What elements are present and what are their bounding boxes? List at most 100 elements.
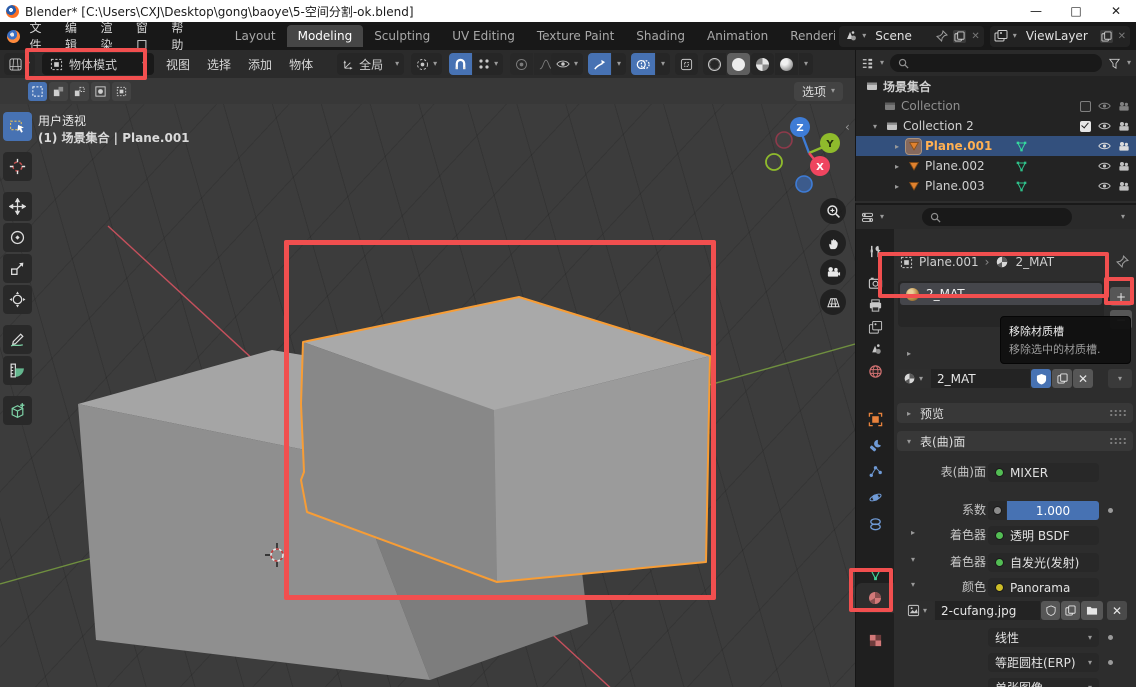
eye-icon[interactable] <box>1098 141 1111 151</box>
menu-add[interactable]: 添加 <box>243 56 277 73</box>
overlays-toggle[interactable] <box>631 53 655 75</box>
browse-material-button[interactable]: ▾ <box>896 369 930 388</box>
tab-animation[interactable]: Animation <box>696 25 779 47</box>
select-box-tool[interactable] <box>3 112 32 141</box>
properties-search[interactable] <box>922 208 1072 226</box>
tool-options-dropdown[interactable]: 选项 ▾ <box>794 82 843 101</box>
transform-orientation-dropdown[interactable]: 全局 ▾ <box>337 53 404 75</box>
material-specials-dropdown[interactable]: ▾ <box>1108 369 1132 388</box>
tab-layout[interactable]: Layout <box>224 25 287 47</box>
maximize-button[interactable]: □ <box>1056 0 1096 22</box>
panel-drag-grip[interactable] <box>1109 437 1126 445</box>
factor-socket-button[interactable] <box>988 501 1006 520</box>
unlink-scene-icon[interactable]: ✕ <box>971 31 979 42</box>
outliner-row-scene-collection[interactable]: 场景集合 <box>856 76 1136 96</box>
outliner-editor-icon[interactable] <box>861 57 874 70</box>
outliner-search-input[interactable] <box>914 56 1094 70</box>
collapse-sidebar-icon[interactable]: ‹ <box>845 120 850 134</box>
animate-dot-icon[interactable] <box>1108 508 1113 513</box>
orthographic-grid-button[interactable] <box>820 289 846 315</box>
menu-window[interactable]: 窗口 <box>127 19 162 53</box>
exclude-checkbox[interactable] <box>1080 101 1091 112</box>
tab-texture-icon[interactable] <box>856 627 894 653</box>
scene-selector[interactable]: ▾ Scene ✕ <box>839 26 984 47</box>
preview-panel-header[interactable]: ▸ 预览 <box>897 403 1133 423</box>
menu-render[interactable]: 渲染 <box>91 19 126 53</box>
3d-viewport[interactable]: 用户透视 (1) 场景集合 | Plane.001 Z Y <box>0 104 855 687</box>
camera-icon[interactable] <box>1118 161 1130 172</box>
tab-modifiers-icon[interactable] <box>856 432 894 458</box>
transform-tool[interactable] <box>3 285 32 314</box>
camera-view-button[interactable] <box>820 259 846 285</box>
disclosure-closed-icon[interactable]: ▸ <box>892 162 902 171</box>
annotate-tool[interactable] <box>3 325 32 354</box>
eye-icon[interactable] <box>1098 161 1111 171</box>
material-name-field[interactable] <box>931 369 1030 388</box>
select-mode-intersect-button[interactable] <box>112 82 131 101</box>
image-copy-button[interactable] <box>1061 601 1080 620</box>
factor-slider[interactable]: 1.000 <box>1007 501 1099 520</box>
scene-name[interactable]: Scene <box>871 29 916 43</box>
menu-view[interactable]: 视图 <box>161 56 195 73</box>
viewlayer-selector[interactable]: ▾ ViewLayer ✕ <box>990 26 1130 47</box>
cursor-tool[interactable] <box>3 152 32 181</box>
select-mode-extend-button[interactable] <box>49 82 68 101</box>
outliner-row-plane-003[interactable]: ▸ Plane.003 <box>856 176 1136 196</box>
select-mode-set-button[interactable] <box>28 82 47 101</box>
image-name-input[interactable] <box>941 604 1034 618</box>
pan-view-button[interactable] <box>820 230 846 256</box>
snap-to-dropdown[interactable]: ▾ <box>473 53 503 75</box>
select-mode-invert-button[interactable] <box>91 82 110 101</box>
image-fake-user-toggle[interactable] <box>1041 601 1060 620</box>
scale-tool[interactable] <box>3 254 32 283</box>
fake-user-toggle[interactable] <box>1031 369 1051 388</box>
outliner-search[interactable] <box>890 54 1102 72</box>
eye-icon[interactable] <box>1098 121 1111 131</box>
move-tool[interactable] <box>3 192 32 221</box>
new-scene-icon[interactable] <box>953 30 966 43</box>
properties-search-input[interactable] <box>946 210 1064 224</box>
animate-dot-icon[interactable] <box>1108 660 1113 665</box>
camera-icon[interactable] <box>1118 101 1130 112</box>
browse-image-button[interactable]: ▾ <box>900 601 934 620</box>
menu-select[interactable]: 选择 <box>202 56 236 73</box>
snap-toggle[interactable] <box>449 53 472 75</box>
viewlayer-icon[interactable] <box>994 29 1008 43</box>
disclosure-open-icon[interactable]: ▾ <box>870 122 880 131</box>
chevron-down-icon[interactable]: ▾ <box>1121 213 1125 221</box>
add-material-slot-button[interactable]: + <box>1110 287 1132 306</box>
camera-icon[interactable] <box>1118 141 1130 152</box>
surface-node-field[interactable]: MIXER <box>988 463 1099 482</box>
pivot-point-dropdown[interactable]: ▾ <box>411 53 442 75</box>
material-name-input[interactable] <box>937 372 1024 386</box>
plane-001-label[interactable]: Plane.001 <box>925 139 992 153</box>
mode-dropdown[interactable]: 物体模式 ▾ <box>42 53 154 75</box>
unlink-image-button[interactable]: ✕ <box>1107 601 1127 620</box>
include-checkbox[interactable] <box>1080 121 1091 132</box>
menu-edit[interactable]: 编辑 <box>56 19 91 53</box>
blender-menu-icon[interactable] <box>6 30 21 43</box>
plane-002-label[interactable]: Plane.002 <box>925 159 985 173</box>
image-name-field[interactable] <box>935 601 1040 620</box>
image-source-dropdown[interactable]: 单张图像 ▾ <box>988 678 1099 687</box>
tab-sculpting[interactable]: Sculpting <box>363 25 441 47</box>
tab-rendering[interactable]: Renderi <box>779 25 835 47</box>
tab-modeling[interactable]: Modeling <box>287 25 364 47</box>
zoom-view-button[interactable] <box>820 198 846 224</box>
add-cube-tool[interactable] <box>3 396 32 425</box>
projection-dropdown[interactable]: 等距圆柱(ERP) ▾ <box>988 653 1099 672</box>
measure-tool[interactable] <box>3 356 32 385</box>
tab-world-icon[interactable] <box>856 358 894 384</box>
tab-texture-paint[interactable]: Texture Paint <box>526 25 625 47</box>
new-viewlayer-icon[interactable] <box>1100 30 1113 43</box>
shader2-node-field[interactable]: 自发光(发射) <box>988 553 1099 572</box>
menu-object[interactable]: 物体 <box>284 56 318 73</box>
interpolation-dropdown[interactable]: 线性 ▾ <box>988 628 1099 647</box>
pin-icon[interactable] <box>936 30 948 42</box>
tab-physics-icon[interactable] <box>856 484 894 510</box>
scene-icon[interactable] <box>843 29 857 43</box>
breadcrumb-material[interactable]: 2_MAT <box>1015 255 1054 269</box>
slot-options-disclosure-icon[interactable]: ▸ <box>904 349 914 358</box>
shader1-node-field[interactable]: 透明 BSDF <box>988 526 1099 545</box>
xray-toggle[interactable] <box>675 53 698 75</box>
